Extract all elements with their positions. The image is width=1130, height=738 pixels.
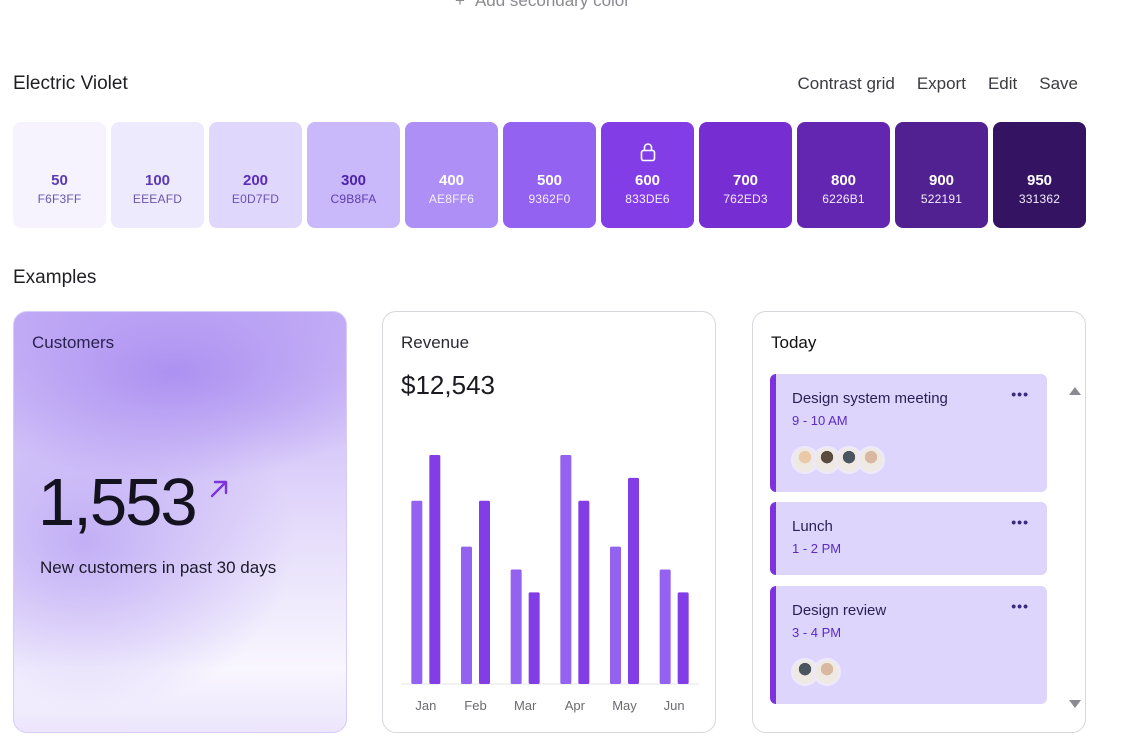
swatch-row: 50 F6F3FF 100 EEEAFD 200 E0D7FD 300 C9B8FA 400 AE… — [13, 122, 1086, 228]
swatch-shade: 900 — [928, 172, 955, 189]
edit-button[interactable]: Edit — [988, 74, 1017, 94]
x-tick-label: Apr — [565, 698, 586, 713]
revenue-bar-chart: Jan Feb Mar Apr May Jun — [401, 455, 699, 713]
x-tick-label: Feb — [464, 698, 486, 713]
swatch-hex: 6226B1 — [822, 192, 865, 206]
event-time: 9 - 10 AM — [792, 413, 848, 428]
swatch-shade: 600 — [634, 172, 661, 189]
color-swatch[interactable]: 800 6226B1 — [797, 122, 890, 228]
customers-label: Customers — [32, 333, 115, 352]
scroll-down-arrow-icon[interactable] — [1068, 699, 1082, 709]
swatch-hex: E0D7FD — [231, 192, 280, 206]
arrow-up-right-icon — [210, 480, 228, 498]
event-title: Design review — [792, 602, 887, 619]
more-options-icon[interactable]: ••• — [1011, 598, 1029, 614]
more-options-icon[interactable]: ••• — [1011, 514, 1029, 530]
revenue-bar — [628, 477, 639, 684]
add-secondary-color-label: Add secondary color — [474, 0, 630, 10]
swatch-hex: 9362F0 — [528, 192, 571, 206]
save-button[interactable]: Save — [1039, 74, 1078, 94]
export-button[interactable]: Export — [917, 74, 966, 94]
color-swatch[interactable]: 900 522191 — [895, 122, 988, 228]
revenue-bar — [610, 546, 621, 684]
event-title: Lunch — [792, 518, 833, 535]
swatch-shade: 800 — [830, 172, 857, 189]
plus-icon: + — [455, 0, 465, 10]
swatch-shade: 400 — [438, 172, 465, 189]
swatch-hex: AE8FF6 — [428, 192, 475, 206]
color-swatch[interactable]: 400 AE8FF6 — [405, 122, 498, 228]
swatch-hex: 762ED3 — [723, 192, 768, 206]
revenue-card: Revenue $12,543 Jan Feb Mar Apr May Jun — [382, 311, 716, 733]
swatch-hex: 833DE6 — [625, 192, 670, 206]
color-swatch[interactable]: 600 833DE6 — [601, 122, 694, 228]
contrast-grid-button[interactable]: Contrast grid — [797, 74, 894, 94]
event-title: Design system meeting — [792, 390, 948, 407]
revenue-bar — [510, 569, 522, 684]
revenue-bar — [479, 500, 490, 684]
swatch-shade: 200 — [242, 172, 269, 189]
swatch-hex: EEEAFD — [132, 192, 183, 206]
event-card[interactable]: Design system meeting 9 - 10 AM ••• — [770, 374, 1047, 492]
more-options-icon[interactable]: ••• — [1011, 386, 1029, 402]
color-swatch[interactable]: 200 E0D7FD — [209, 122, 302, 228]
color-swatch[interactable]: 300 C9B8FA — [307, 122, 400, 228]
x-tick-label: Mar — [514, 698, 537, 713]
event-card[interactable]: Lunch 1 - 2 PM ••• — [770, 502, 1047, 575]
swatch-shade: 50 — [51, 172, 68, 189]
event-time: 3 - 4 PM — [792, 625, 842, 640]
x-tick-label: Jun — [664, 698, 685, 713]
swatch-hex: 331362 — [1018, 192, 1061, 206]
revenue-bar — [659, 569, 671, 684]
swatch-hex: 522191 — [920, 192, 963, 206]
attendee-avatars — [791, 446, 885, 474]
revenue-bar — [411, 500, 423, 684]
swatch-shade: 100 — [144, 172, 171, 189]
palette-title: Electric Violet — [13, 73, 128, 94]
x-tick-label: Jan — [415, 698, 436, 713]
attendee-avatars — [791, 658, 841, 686]
revenue-bar — [560, 455, 572, 684]
customers-value: 1,553 — [38, 465, 198, 540]
add-secondary-color-link[interactable]: + Add secondary color — [455, 0, 630, 11]
swatch-shade: 950 — [1026, 172, 1053, 189]
swatch-hex: C9B8FA — [330, 192, 377, 206]
event-time: 1 - 2 PM — [792, 541, 842, 556]
swatch-shade: 700 — [732, 172, 759, 189]
swatch-shade: 500 — [536, 172, 563, 189]
avatar — [813, 658, 841, 686]
color-swatch[interactable]: 500 9362F0 — [503, 122, 596, 228]
swatch-hex: F6F3FF — [37, 192, 82, 206]
event-card[interactable]: Design review 3 - 4 PM ••• — [770, 586, 1047, 704]
revenue-bar — [677, 592, 689, 684]
revenue-bar — [429, 455, 441, 684]
today-label: Today — [771, 333, 817, 352]
examples-title: Examples — [13, 267, 97, 288]
customers-subtitle: New customers in past 30 days — [40, 558, 277, 577]
color-swatch[interactable]: 50 F6F3FF — [13, 122, 106, 228]
scroll-up-arrow-icon[interactable] — [1068, 386, 1082, 396]
lock-icon[interactable] — [638, 141, 658, 163]
revenue-bar — [528, 592, 540, 684]
revenue-bar — [578, 500, 590, 684]
palette-actions: Contrast grid Export Edit Save — [797, 74, 1078, 94]
color-swatch[interactable]: 100 EEEAFD — [111, 122, 204, 228]
color-swatch[interactable]: 950 331362 — [993, 122, 1086, 228]
today-card: Today Design system meeting 9 - 10 AM ••… — [752, 311, 1086, 733]
customers-card: Customers 1,553 New customers in past 30… — [13, 311, 347, 733]
revenue-bar — [461, 546, 472, 684]
avatar — [857, 446, 885, 474]
x-tick-label: May — [612, 698, 637, 713]
color-swatch[interactable]: 700 762ED3 — [699, 122, 792, 228]
swatch-shade: 300 — [340, 172, 367, 189]
